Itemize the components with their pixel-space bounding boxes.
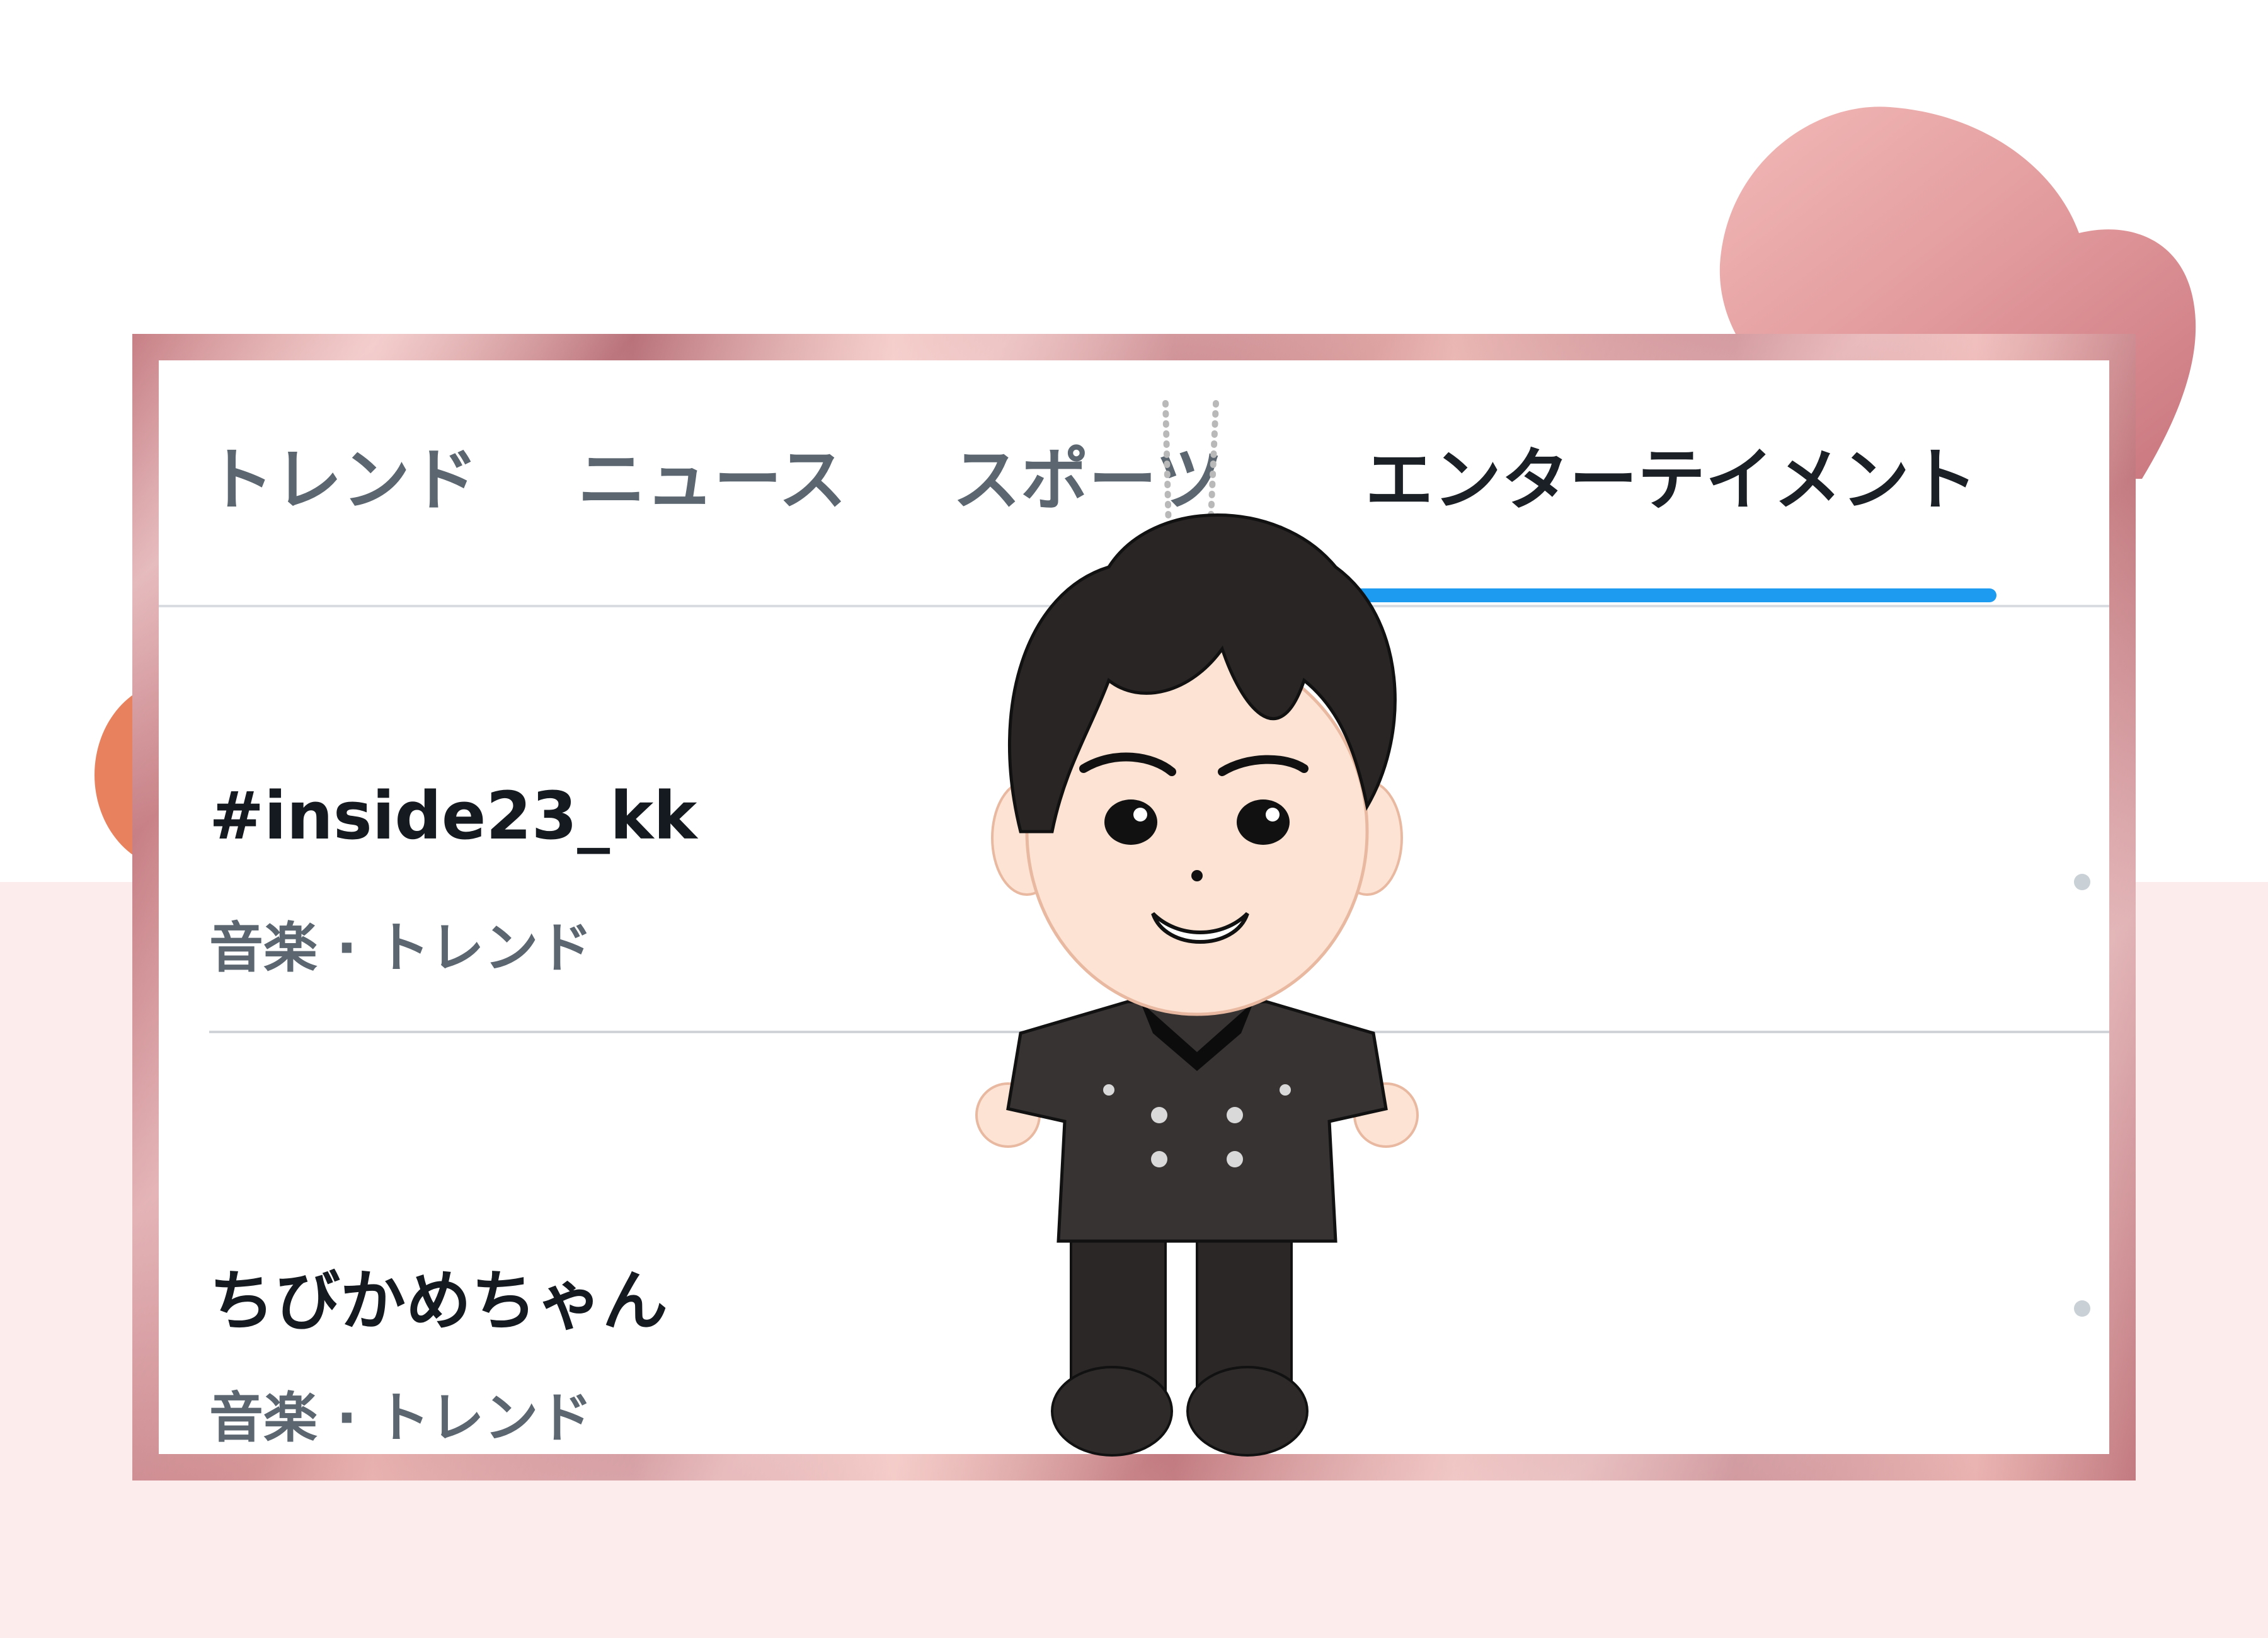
more-dot-icon[interactable] bbox=[2074, 1300, 2090, 1317]
tab-news[interactable]: ニュース bbox=[578, 442, 847, 518]
tab-trends[interactable]: トレンド bbox=[206, 442, 478, 518]
more-dot-icon[interactable] bbox=[2074, 874, 2090, 890]
chibi-mascot-keychain bbox=[975, 400, 1419, 1457]
trend-title: ちびかめちゃん bbox=[209, 1263, 668, 1339]
trend-category: 音楽 · トレンド bbox=[209, 917, 593, 980]
trend-category: 音楽 · トレンド bbox=[209, 1387, 593, 1450]
trend-title: #inside23_kk bbox=[209, 777, 697, 854]
tab-entertainment[interactable]: エンターテイメント bbox=[1365, 442, 1978, 518]
